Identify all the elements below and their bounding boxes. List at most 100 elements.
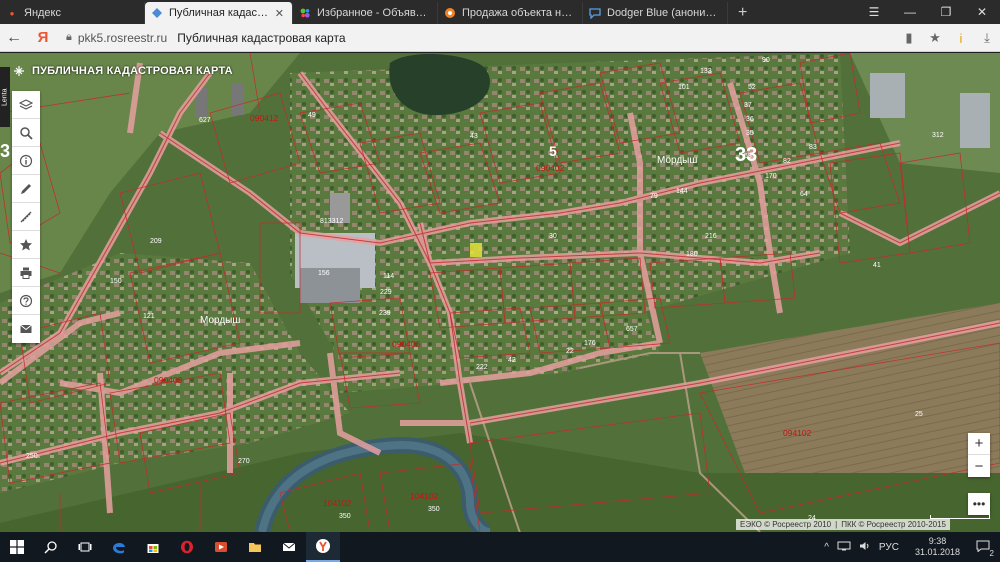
edge-button[interactable] — [102, 532, 136, 562]
draw-button[interactable] — [12, 175, 40, 203]
opera-button[interactable] — [170, 532, 204, 562]
scale-bar — [930, 515, 990, 519]
parcel-number: 657 — [626, 326, 638, 333]
parcel-number: 133 — [700, 68, 712, 75]
cadastral-map[interactable]: 813312 627 49 156 312 25 24 350 350 90 1… — [0, 53, 1000, 532]
star-icon — [20, 238, 32, 250]
printer-icon — [20, 267, 32, 279]
parcel-number: 83 — [809, 144, 817, 151]
search-button[interactable] — [12, 119, 40, 147]
download-icon[interactable]: ⤓ — [974, 30, 1000, 46]
zoom-out-button[interactable]: − — [968, 455, 990, 477]
task-view-button[interactable] — [68, 532, 102, 562]
parcel-number: 52 — [748, 84, 756, 91]
parcel-number: 216 — [705, 233, 717, 240]
language-indicator[interactable]: РУС — [875, 542, 903, 553]
yandex-browser-icon — [316, 539, 330, 553]
parcel-number: 180 — [686, 251, 698, 258]
tab-avito[interactable]: Избранное - Объявления — [293, 2, 438, 24]
quarter-number: 090403 — [154, 375, 183, 385]
clock[interactable]: 9:38 31.01.2018 — [903, 536, 972, 558]
start-button[interactable] — [0, 532, 34, 562]
parcel-number: 121 — [143, 313, 155, 320]
network-icon[interactable] — [833, 541, 855, 554]
help-icon — [19, 294, 33, 307]
new-tab-button[interactable]: + — [728, 2, 757, 24]
parcel-number: 64 — [800, 191, 808, 198]
lock-icon[interactable]: 🔒︎ — [66, 31, 72, 44]
edge-icon — [113, 542, 125, 554]
attribution-eeko: ЕЭКО © Росреестр 2010 — [739, 520, 832, 529]
help-button[interactable] — [12, 287, 40, 315]
parcel-number: 176 — [584, 340, 596, 347]
clock-date: 31.01.2018 — [914, 547, 960, 557]
parcel-number: 79 — [650, 193, 658, 200]
district-number: 3 — [0, 141, 10, 161]
yandex-browser-button[interactable] — [306, 532, 340, 562]
address-page-title: Публичная кадастровая карта — [177, 30, 346, 45]
feedback-button[interactable] — [12, 315, 40, 343]
search-button[interactable] — [34, 532, 68, 562]
layers-button[interactable] — [12, 91, 40, 119]
quarter-number: 090402 — [536, 163, 565, 173]
parcel-number: 170 — [765, 173, 777, 180]
zoom-in-button[interactable]: + — [968, 433, 990, 455]
parcel-number: 114 — [383, 273, 394, 280]
tab-yandex[interactable]: ● Яндекс — [0, 2, 145, 24]
tab-property-sale[interactable]: Продажа объекта недвиж — [438, 2, 583, 24]
layers-icon — [19, 98, 33, 110]
parcel-number: 627 — [199, 117, 211, 124]
window-controls: ☰ — ❐ ✕ — [856, 0, 1000, 24]
info-icon — [19, 154, 33, 167]
reader-mode-icon[interactable]: ▮ — [896, 30, 922, 46]
parcel-number: 350 — [339, 513, 351, 520]
search-icon — [44, 541, 57, 554]
parcel-number: 37 — [744, 102, 752, 109]
restore-icon[interactable]: ❐ — [928, 0, 964, 24]
orange-circle-icon — [444, 7, 456, 19]
tab-label: Яндекс — [24, 7, 61, 19]
parcel-number: 35 — [746, 130, 754, 137]
close-tab-icon[interactable]: ✕ — [275, 7, 284, 20]
print-button[interactable] — [12, 259, 40, 287]
quarter-number: 094102 — [783, 428, 812, 438]
minimize-icon[interactable]: — — [892, 0, 928, 24]
back-button[interactable]: ← — [0, 24, 28, 52]
tab-label: Продажа объекта недвиж — [462, 7, 574, 19]
scale-label: 100м — [973, 508, 991, 515]
windows-logo-icon — [10, 540, 24, 554]
mail-button[interactable] — [272, 532, 306, 562]
store-button[interactable] — [136, 532, 170, 562]
parcel-number: 22 — [566, 348, 574, 355]
nav-right-tools: ▮ ★ i ⤓ — [896, 24, 1000, 52]
clock-time: 9:38 — [928, 536, 947, 546]
yandex-button[interactable]: Я — [28, 24, 58, 52]
extension-icon[interactable]: i — [948, 31, 974, 46]
menu-icon[interactable]: ☰ — [856, 0, 892, 24]
rosreestr-icon — [151, 7, 163, 19]
parcel-number: 25 — [915, 411, 923, 418]
info-button[interactable] — [12, 147, 40, 175]
parcel-number: 209 — [150, 238, 162, 245]
close-window-icon[interactable]: ✕ — [964, 0, 1000, 24]
volume-icon[interactable] — [855, 541, 875, 554]
arrow-left-icon: ← — [6, 28, 22, 46]
file-explorer-button[interactable] — [238, 532, 272, 562]
tray-expand-icon[interactable]: ^ — [820, 542, 833, 553]
attribution-separator: | — [835, 520, 838, 529]
parcel-number: 42 — [508, 357, 516, 364]
favorites-button[interactable] — [12, 231, 40, 259]
measure-button[interactable] — [12, 203, 40, 231]
notifications-icon[interactable]: 2 — [972, 540, 1000, 558]
bookmark-star-icon[interactable]: ★ — [922, 30, 948, 46]
map-viewport[interactable]: 813312 627 49 156 312 25 24 350 350 90 1… — [0, 53, 1000, 532]
folder-icon — [249, 543, 261, 552]
address-bar[interactable]: 🔒︎ pkk5.rosreestr.ru Публичная кадастров… — [66, 27, 916, 49]
tab-chat[interactable]: Dodger Blue (аноним) -- Ch — [583, 2, 728, 24]
district-number: 33 — [735, 144, 757, 166]
windows-taskbar: ^ РУС 9:38 31.01.2018 2 — [0, 532, 1000, 562]
parcel-number: 222 — [476, 364, 488, 371]
tab-rosreestr[interactable]: Публичная кадастровая ✕ — [145, 2, 293, 24]
media-player-button[interactable] — [204, 532, 238, 562]
parcel-number: 229 — [380, 289, 392, 296]
